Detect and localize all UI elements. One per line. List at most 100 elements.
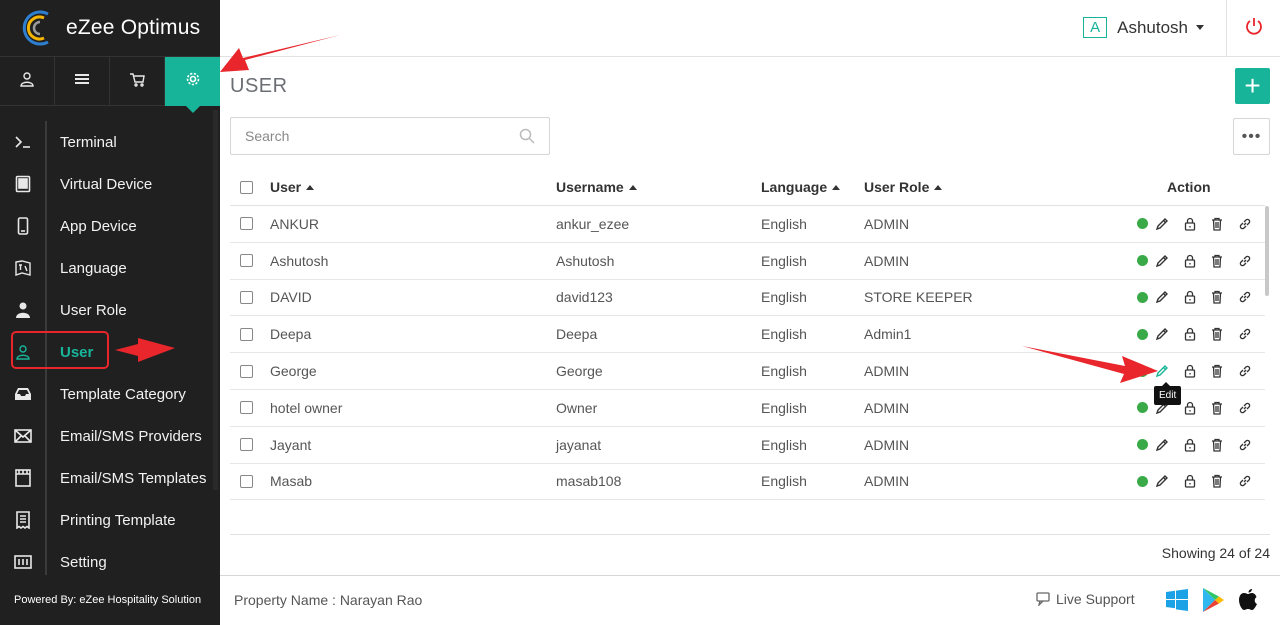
sidebar-item-label: Language [60, 259, 127, 277]
lock-icon[interactable] [1176, 290, 1204, 305]
edit-icon[interactable] [1148, 474, 1176, 488]
cell-user-role: ADMIN [864, 252, 910, 269]
link-icon[interactable] [1231, 438, 1259, 452]
status-active-indicator[interactable] [1137, 218, 1148, 230]
edit-icon[interactable] [1148, 290, 1176, 304]
edit-icon[interactable] [1148, 254, 1176, 268]
delete-icon[interactable] [1203, 401, 1231, 415]
sidebar-item-user-role[interactable]: User Role [0, 289, 220, 331]
link-icon[interactable] [1231, 474, 1259, 488]
film-icon [0, 469, 45, 487]
row-checkbox[interactable] [240, 401, 253, 415]
column-header-user-role[interactable]: User Role [864, 179, 1119, 195]
sort-asc-icon [832, 185, 841, 190]
sidebar-item-virtual-device[interactable]: Virtual Device [0, 163, 220, 205]
search-icon[interactable] [519, 128, 535, 149]
table-scrollbar[interactable] [1265, 206, 1269, 296]
delete-icon[interactable] [1203, 364, 1231, 378]
live-support-link[interactable]: Live Support [1036, 591, 1135, 607]
delete-icon[interactable] [1203, 327, 1231, 341]
delete-icon[interactable] [1203, 217, 1231, 231]
link-icon[interactable] [1231, 401, 1259, 415]
receipt-icon [0, 511, 45, 529]
row-checkbox[interactable] [240, 438, 253, 452]
row-checkbox[interactable] [240, 364, 253, 378]
edit-icon[interactable] [1148, 327, 1176, 341]
status-active-indicator[interactable] [1137, 255, 1148, 267]
sidebar-item-email-sms-templates[interactable]: Email/SMS Templates [0, 457, 220, 499]
status-active-indicator[interactable] [1137, 328, 1148, 340]
cell-username: ankur_ezee [556, 215, 630, 232]
table-row: hotel owner Owner English ADMIN [230, 390, 1265, 427]
link-icon[interactable] [1231, 364, 1259, 378]
profile-module-button[interactable] [0, 57, 55, 106]
lock-icon[interactable] [1176, 217, 1204, 231]
column-header-action: Action [1167, 179, 1211, 195]
status-active-indicator[interactable] [1137, 475, 1148, 487]
lock-icon[interactable] [1176, 327, 1204, 341]
link-icon[interactable] [1231, 327, 1259, 341]
delete-icon[interactable] [1203, 254, 1231, 268]
row-checkbox[interactable] [240, 474, 253, 488]
delete-icon[interactable] [1203, 290, 1231, 305]
sidebar-item-email-sms-providers[interactable]: Email/SMS Providers [0, 415, 220, 457]
status-active-indicator[interactable] [1137, 402, 1148, 414]
user-icon [19, 71, 35, 92]
sidebar-item-printing-template[interactable]: Printing Template [0, 499, 220, 541]
delete-icon[interactable] [1203, 474, 1231, 489]
edit-tooltip: Edit [1154, 382, 1182, 405]
sidebar-item-template-category[interactable]: Template Category [0, 373, 220, 415]
edit-icon[interactable] [1148, 217, 1176, 231]
sidebar-item-language[interactable]: Language [0, 247, 220, 289]
windows-icon[interactable] [1165, 588, 1189, 612]
cart-module-button[interactable] [110, 57, 165, 106]
settings-module-button[interactable] [165, 57, 220, 113]
power-icon[interactable] [1244, 16, 1264, 41]
sidebar-item-terminal[interactable]: Terminal [0, 121, 220, 163]
lock-icon[interactable] [1176, 474, 1204, 489]
ezee-logo-icon [18, 8, 58, 48]
link-icon[interactable] [1231, 254, 1259, 268]
search-input[interactable] [245, 128, 505, 144]
sidebar-scrollbar[interactable] [213, 110, 218, 490]
brand[interactable]: eZee Optimus [0, 0, 220, 56]
row-checkbox[interactable] [240, 290, 253, 304]
status-active-indicator[interactable] [1137, 439, 1148, 451]
list-module-button[interactable] [55, 57, 110, 106]
link-icon[interactable] [1231, 290, 1259, 304]
list-icon [74, 72, 90, 91]
link-icon[interactable] [1231, 217, 1259, 231]
user-menu[interactable]: A Ashutosh [1083, 17, 1204, 38]
sidebar-item-label: User Role [60, 301, 127, 319]
column-header-label: User Role [864, 179, 930, 195]
google-play-icon[interactable] [1201, 587, 1225, 613]
column-header-user[interactable]: User [270, 179, 556, 195]
lock-icon[interactable] [1176, 254, 1204, 268]
inbox-icon [0, 387, 45, 401]
edit-icon[interactable] [1148, 438, 1176, 452]
row-checkbox[interactable] [240, 327, 253, 341]
row-checkbox[interactable] [240, 254, 253, 268]
table-row: Deepa Deepa English Admin1 [230, 316, 1265, 354]
column-header-username[interactable]: Username [556, 179, 761, 195]
status-active-indicator[interactable] [1137, 365, 1148, 377]
column-header-label: Language [761, 179, 828, 195]
apple-icon[interactable] [1237, 588, 1259, 612]
add-user-button[interactable]: + [1235, 68, 1270, 104]
select-all-checkbox[interactable] [240, 180, 253, 194]
delete-icon[interactable] [1203, 438, 1231, 452]
top-header: A Ashutosh [220, 0, 1280, 57]
powered-by: Powered By: eZee Hospitality Solution [0, 575, 220, 625]
edit-icon[interactable] [1148, 364, 1176, 378]
row-checkbox[interactable] [240, 217, 253, 231]
column-header-language[interactable]: Language [761, 179, 864, 195]
status-active-indicator[interactable] [1137, 291, 1148, 303]
lock-icon[interactable] [1176, 364, 1204, 378]
lock-icon[interactable] [1176, 438, 1204, 452]
module-switcher [0, 56, 220, 113]
sidebar-item-app-device[interactable]: App Device [0, 205, 220, 247]
table-header: User Username Language User Role Action [230, 169, 1265, 206]
more-options-button[interactable]: ••• [1233, 118, 1270, 155]
cell-user-role: STORE KEEPER [864, 289, 973, 306]
cell-language: English [761, 326, 807, 343]
